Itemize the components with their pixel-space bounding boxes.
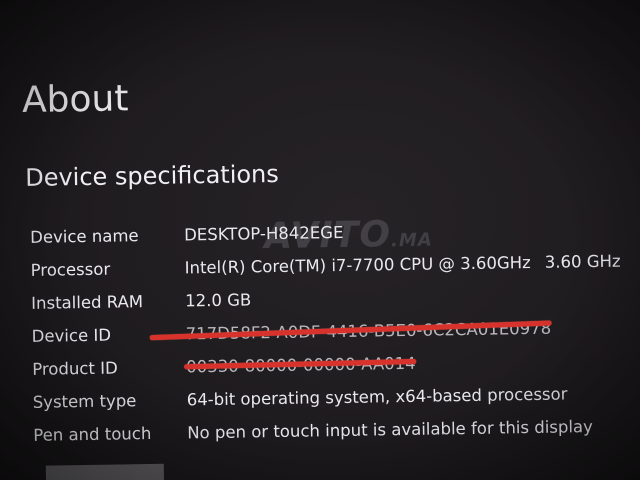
spec-label: Device name <box>30 226 139 247</box>
section-title: Device specifications <box>25 159 279 192</box>
processor-value: Intel(R) Core(TM) i7-7700 CPU @ 3.60GHz 3… <box>185 252 621 278</box>
watermark: AVITO.MA <box>263 214 433 258</box>
watermark-text: AVITO <box>263 214 392 258</box>
spec-label: Processor <box>30 259 111 280</box>
settings-window: About Device specifications Device name … <box>0 0 640 480</box>
system-type-value: 64-bit operating system, x64-based proce… <box>186 384 568 410</box>
processor-speed: 3.60 GHz <box>544 251 621 272</box>
page-title: About <box>21 78 129 121</box>
spec-row-system-type: System type 64-bit operating system, x64… <box>33 383 633 418</box>
spec-row-device-id: Device ID 717D58F2-A0DF-4416-B5E0-6C2CA0… <box>32 317 632 352</box>
installed-ram-value: 12.0 GB <box>185 290 252 311</box>
rename-pc-button[interactable] <box>45 463 165 480</box>
spec-row-product-id: Product ID 00330-80000-00000-AA014 <box>32 350 632 385</box>
pen-and-touch-value: No pen or touch input is available for t… <box>187 417 593 443</box>
spec-label: Device ID <box>31 325 112 346</box>
about-page: About Device specifications Device name … <box>0 0 640 480</box>
processor-name: Intel(R) Core(TM) i7-7700 CPU @ 3.60GHz <box>184 252 531 278</box>
watermark-suffix: .MA <box>390 229 433 252</box>
spec-row-installed-ram: Installed RAM 12.0 GB <box>31 284 631 319</box>
spec-label: Pen and touch <box>33 423 152 445</box>
spec-label: Installed RAM <box>31 292 144 313</box>
spec-label: Product ID <box>32 358 118 379</box>
spec-row-processor: Processor Intel(R) Core(TM) i7-7700 CPU … <box>31 251 631 286</box>
spec-row-pen-and-touch: Pen and touch No pen or touch input is a… <box>33 416 633 451</box>
spec-label: System type <box>32 391 137 412</box>
